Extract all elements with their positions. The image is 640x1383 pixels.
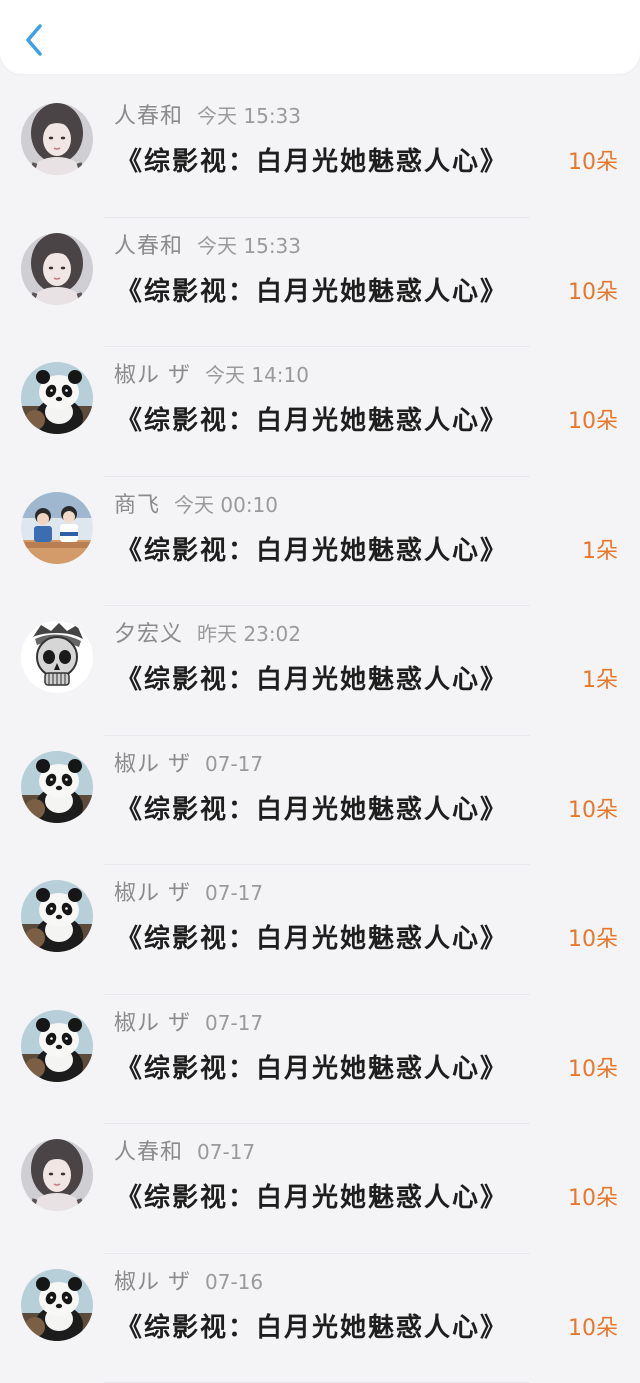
user-name[interactable]: 椒ル ザ xyxy=(114,752,191,777)
gift-amount: 10朵 xyxy=(568,793,618,829)
user-name[interactable]: 夕宏义 xyxy=(114,622,183,647)
avatar[interactable] xyxy=(21,1010,93,1082)
book-title[interactable]: 《综影视：白月光她魅惑人心》 xyxy=(116,1049,508,1089)
avatar[interactable] xyxy=(21,621,93,693)
book-title[interactable]: 《综影视：白月光她魅惑人心》 xyxy=(116,531,508,571)
timestamp: 07-17 xyxy=(197,1140,255,1164)
timestamp: 今天 15:33 xyxy=(197,104,301,128)
book-title[interactable]: 《综影视：白月光她魅惑人心》 xyxy=(116,1308,508,1348)
avatar[interactable] xyxy=(21,492,93,564)
user-name[interactable]: 椒ル ザ xyxy=(114,363,191,388)
avatar[interactable] xyxy=(21,1269,93,1341)
book-title[interactable]: 《综影视：白月光她魅惑人心》 xyxy=(116,1178,508,1218)
chevron-left-icon xyxy=(18,20,52,60)
gift-amount: 1朵 xyxy=(582,534,618,570)
gift-amount: 10朵 xyxy=(568,404,618,440)
item-meta: 椒ル ザ 07-17 xyxy=(114,1008,263,1038)
timestamp: 今天 15:33 xyxy=(197,234,301,258)
timestamp: 07-16 xyxy=(205,1270,263,1294)
timestamp: 昨天 23:02 xyxy=(197,622,301,646)
item-meta: 人春和今天 15:33 xyxy=(114,101,301,131)
user-name[interactable]: 人春和 xyxy=(114,234,183,259)
back-button[interactable] xyxy=(18,20,52,60)
book-title[interactable]: 《综影视：白月光她魅惑人心》 xyxy=(116,272,508,312)
book-title[interactable]: 《综影视：白月光她魅惑人心》 xyxy=(116,790,508,830)
user-name[interactable]: 商飞 xyxy=(114,493,160,518)
list-item[interactable]: 人春和 07-17 《综影视：白月光她魅惑人心》 10朵 xyxy=(0,1124,640,1254)
avatar[interactable] xyxy=(21,880,93,952)
timestamp: 今天 14:10 xyxy=(205,363,309,387)
book-title[interactable]: 《综影视：白月光她魅惑人心》 xyxy=(116,919,508,959)
item-meta: 夕宏义昨天 23:02 xyxy=(114,619,301,649)
top-bar xyxy=(0,0,640,74)
avatar[interactable] xyxy=(21,103,93,175)
timestamp: 07-17 xyxy=(205,881,263,905)
item-meta: 椒ル ザ 07-17 xyxy=(114,878,263,908)
user-name[interactable]: 椒ル ザ xyxy=(114,1011,191,1036)
list-item[interactable]: 椒ル ザ 07-17 《综影视：白月光她魅惑人心》 10朵 xyxy=(0,865,640,995)
book-title[interactable]: 《综影视：白月光她魅惑人心》 xyxy=(116,660,508,700)
avatar[interactable] xyxy=(21,362,93,434)
user-name[interactable]: 人春和 xyxy=(114,104,183,129)
avatar[interactable] xyxy=(21,751,93,823)
gift-amount: 10朵 xyxy=(568,1181,618,1217)
timestamp: 今天 00:10 xyxy=(174,493,278,517)
list-item[interactable]: 人春和今天 15:33 《综影视：白月光她魅惑人心》 10朵 xyxy=(0,218,640,348)
item-meta: 椒ル ザ今天 14:10 xyxy=(114,360,309,390)
list-item[interactable]: 椒ル ザ 07-17 《综影视：白月光她魅惑人心》 10朵 xyxy=(0,995,640,1125)
item-meta: 人春和今天 15:33 xyxy=(114,231,301,261)
list-item[interactable]: 椒ル ザ今天 14:10 《综影视：白月光她魅惑人心》 10朵 xyxy=(0,347,640,477)
list-item[interactable]: 商飞今天 00:10 《综影视：白月光她魅惑人心》 1朵 xyxy=(0,477,640,607)
list-item[interactable]: 夕宏义昨天 23:02 《综影视：白月光她魅惑人心》 1朵 xyxy=(0,606,640,736)
list-item[interactable]: 椒ル ザ 07-16 《综影视：白月光她魅惑人心》 10朵 xyxy=(0,1254,640,1383)
list-item[interactable]: 椒ル ザ 07-17 《综影视：白月光她魅惑人心》 10朵 xyxy=(0,736,640,866)
user-name[interactable]: 椒ル ザ xyxy=(114,881,191,906)
gift-amount: 10朵 xyxy=(568,1052,618,1088)
gift-amount: 10朵 xyxy=(568,922,618,958)
item-meta: 椒ル ザ 07-16 xyxy=(114,1267,263,1297)
item-meta: 商飞今天 00:10 xyxy=(114,490,278,520)
user-name[interactable]: 椒ル ザ xyxy=(114,1270,191,1295)
avatar[interactable] xyxy=(21,1139,93,1211)
book-title[interactable]: 《综影视：白月光她魅惑人心》 xyxy=(116,401,508,441)
gift-record-list: 人春和今天 15:33《综影视：白月光她魅惑人心》10朵 人春和今天 15:33… xyxy=(0,88,640,1383)
book-title[interactable]: 《综影视：白月光她魅惑人心》 xyxy=(116,142,508,182)
timestamp: 07-17 xyxy=(205,1011,263,1035)
gift-amount: 1朵 xyxy=(582,663,618,699)
item-meta: 人春和 07-17 xyxy=(114,1137,255,1167)
timestamp: 07-17 xyxy=(205,752,263,776)
avatar[interactable] xyxy=(21,233,93,305)
list-item[interactable]: 人春和今天 15:33 《综影视：白月光她魅惑人心》 10朵 xyxy=(0,88,640,218)
user-name[interactable]: 人春和 xyxy=(114,1140,183,1165)
gift-amount: 10朵 xyxy=(568,145,618,181)
gift-amount: 10朵 xyxy=(568,275,618,311)
item-meta: 椒ル ザ 07-17 xyxy=(114,749,263,779)
gift-amount: 10朵 xyxy=(568,1311,618,1347)
